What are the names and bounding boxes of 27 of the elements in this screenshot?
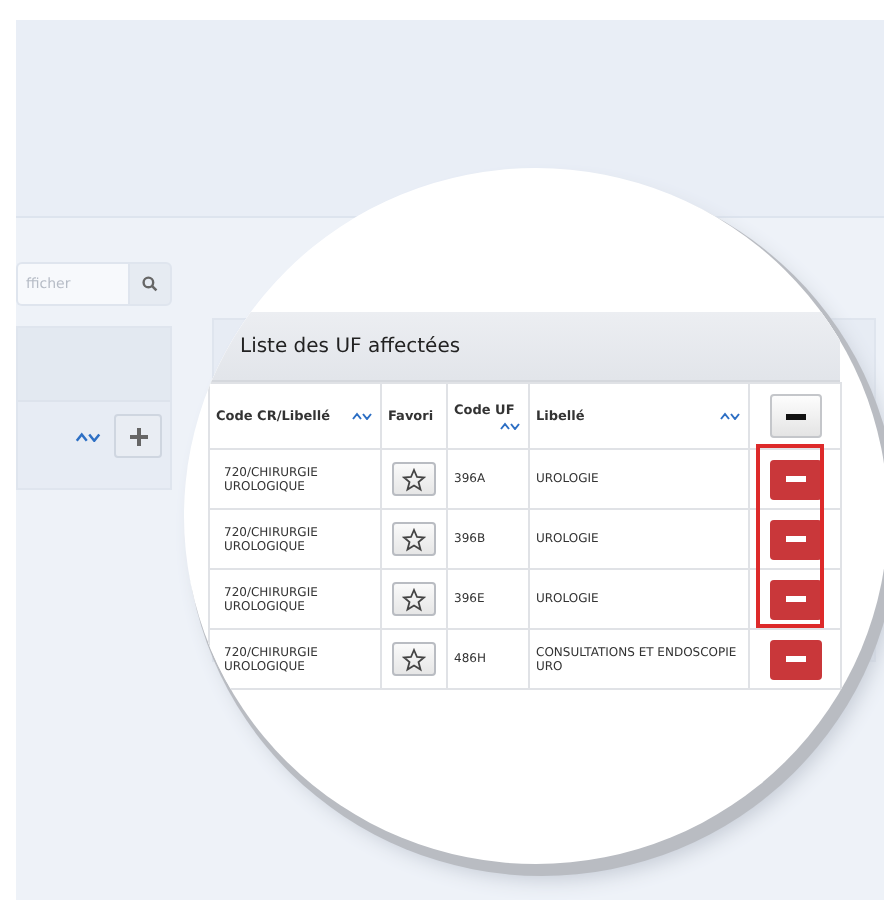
star-icon [402,587,426,611]
star-icon [402,527,426,551]
remove-all-button[interactable] [769,394,821,438]
remove-button[interactable] [769,579,821,619]
favorite-button[interactable] [392,582,436,616]
remove-button[interactable] [769,639,821,679]
sort-arrows-icon[interactable] [718,412,742,420]
add-button[interactable] [114,414,162,458]
minus-icon [785,656,805,662]
plus-icon [129,427,147,445]
sort-arrows-icon[interactable] [74,431,102,441]
card-title: Liste des UF affectées [240,335,461,357]
search-icon [142,276,158,292]
minus-icon [785,536,805,542]
sort-arrows-icon[interactable] [350,412,374,420]
remove-button[interactable] [769,459,821,499]
minus-icon [785,596,805,602]
sort-arrows-icon[interactable] [498,422,522,430]
star-icon [402,467,426,491]
search-button[interactable] [128,262,172,306]
star-icon [402,647,426,671]
minus-icon [785,413,805,419]
favorite-button[interactable] [392,522,436,556]
favorite-button[interactable] [392,642,436,676]
favorite-button[interactable] [392,462,436,496]
remove-button[interactable] [769,519,821,559]
minus-icon [785,476,805,482]
